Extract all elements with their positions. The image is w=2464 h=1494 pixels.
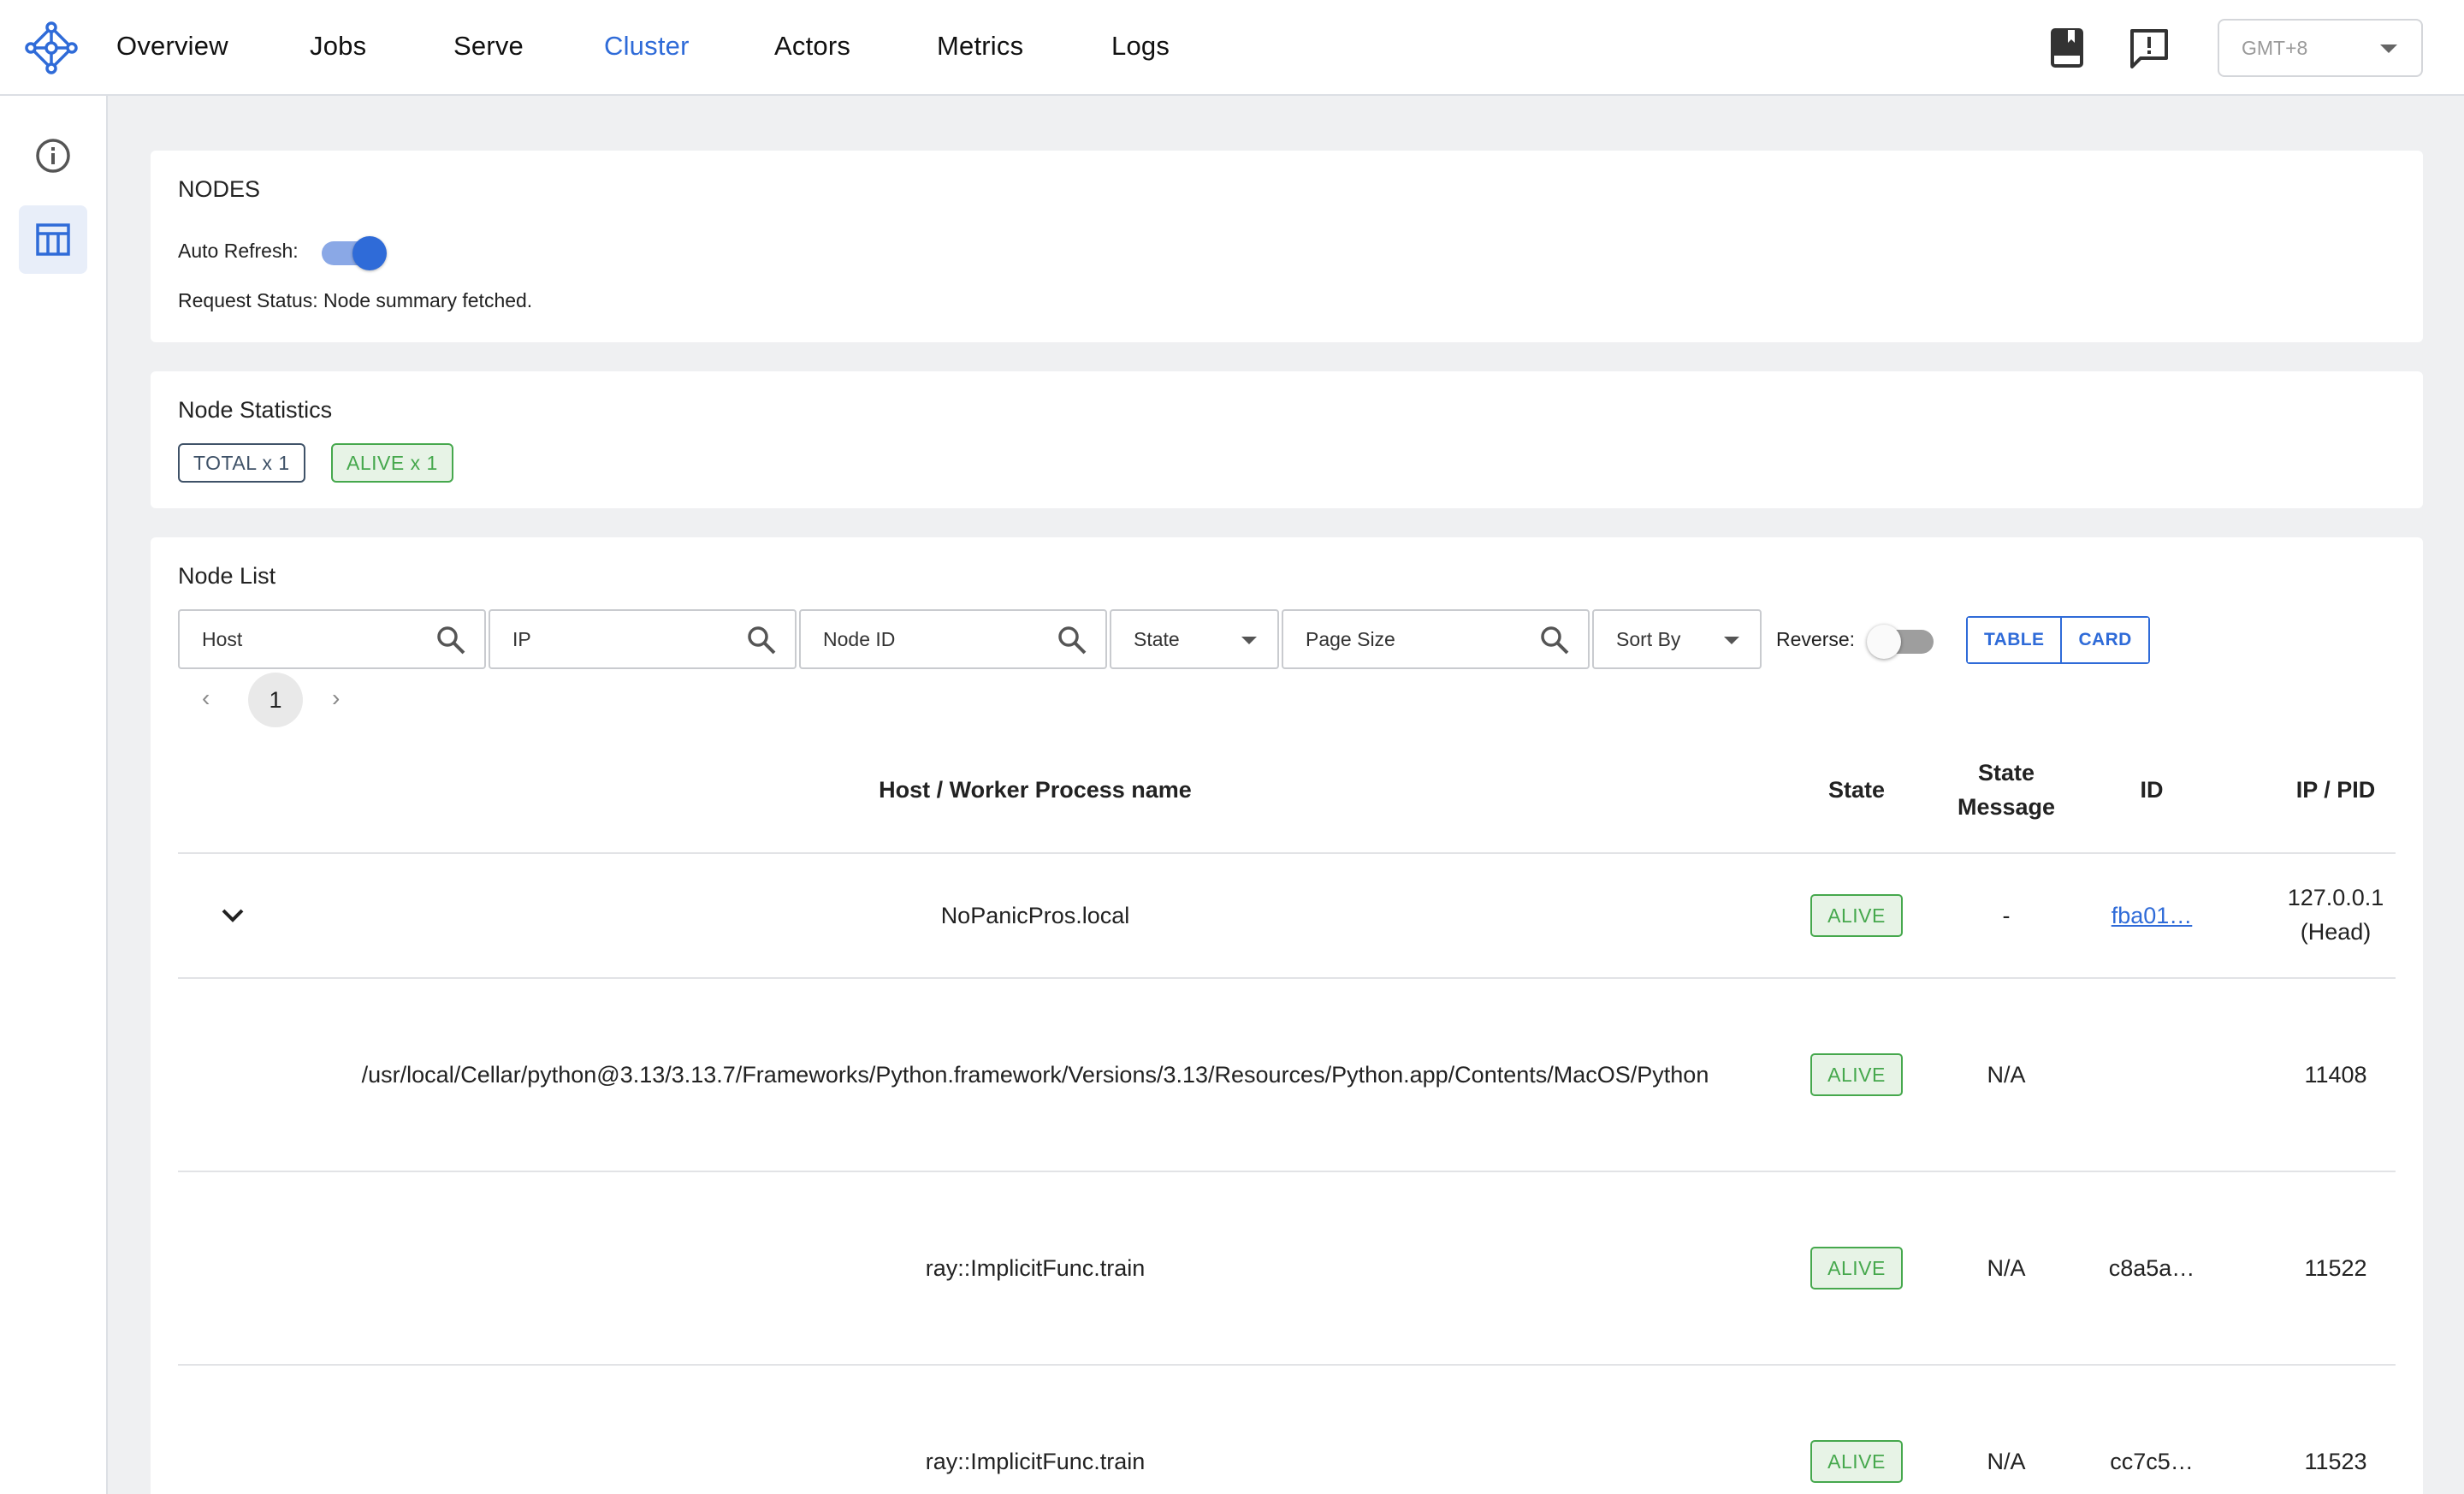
- node-list-title: Node List: [178, 563, 276, 589]
- nav-cluster[interactable]: Cluster: [604, 31, 690, 62]
- sidebar: [0, 96, 108, 1494]
- search-icon: [748, 626, 776, 655]
- node-id-placeholder: Node ID: [823, 628, 896, 650]
- search-icon: [437, 626, 465, 655]
- nav-logs[interactable]: Logs: [1111, 31, 1170, 62]
- nav-jobs[interactable]: Jobs: [310, 31, 366, 62]
- previous-page-icon[interactable]: ‹: [202, 685, 210, 712]
- node-statistics-title: Node Statistics: [178, 397, 333, 423]
- table-divider: [178, 1171, 2396, 1172]
- total-nodes-badge: TOTAL x 1: [178, 443, 305, 483]
- column-state: State: [1827, 777, 1886, 803]
- column-host: Host / Worker Process name: [879, 777, 1192, 803]
- state-message: -: [2002, 903, 2011, 928]
- view-mode-toggle: TABLE CARD: [1966, 616, 2150, 664]
- table-divider: [178, 1364, 2396, 1366]
- sidebar-item-table[interactable]: [19, 205, 87, 274]
- nav-overview[interactable]: Overview: [116, 31, 228, 62]
- column-state-message-line1: State: [1977, 760, 2035, 786]
- timezone-select[interactable]: GMT+8: [2218, 19, 2423, 77]
- auto-refresh-toggle[interactable]: [322, 234, 388, 272]
- state-message: N/A: [1987, 1255, 2026, 1281]
- worker-process-name: ray::ImplicitFunc.train: [925, 1449, 1146, 1474]
- nav-actors[interactable]: Actors: [774, 31, 850, 62]
- nodes-title: NODES: [178, 176, 261, 202]
- node-list-card: [151, 537, 2423, 1494]
- reverse-toggle[interactable]: [1867, 623, 1934, 661]
- table-icon: [36, 223, 70, 256]
- expand-row-icon[interactable]: [214, 897, 252, 934]
- table-divider: [178, 977, 2396, 979]
- ip-search-input[interactable]: IP: [489, 609, 797, 669]
- book-icon[interactable]: [2045, 26, 2089, 70]
- state-message: N/A: [1987, 1062, 2026, 1088]
- top-navigation-bar: Overview Jobs Serve Cluster Actors Metri…: [0, 0, 2464, 96]
- sort-by-label: Sort By: [1616, 628, 1681, 650]
- node-hostname: NoPanicPros.local: [940, 903, 1130, 928]
- host-placeholder: Host: [202, 628, 243, 650]
- worker-pid: 11523: [2304, 1449, 2367, 1474]
- nav-metrics[interactable]: Metrics: [937, 31, 1023, 62]
- state-select-label: State: [1134, 628, 1180, 650]
- ray-logo-icon[interactable]: [24, 21, 79, 75]
- worker-id: c8a5a…: [2108, 1255, 2195, 1281]
- card-view-button[interactable]: CARD: [2060, 618, 2148, 662]
- page-size-input[interactable]: Page Size: [1282, 609, 1590, 669]
- nav-serve[interactable]: Serve: [453, 31, 524, 62]
- sidebar-item-info[interactable]: [19, 122, 87, 190]
- state-message: N/A: [1987, 1449, 2026, 1474]
- worker-pid: 11408: [2304, 1062, 2367, 1088]
- worker-pid: 11522: [2304, 1255, 2367, 1281]
- column-ip-pid: IP / PID: [2295, 777, 2376, 803]
- timezone-value: GMT+8: [2242, 37, 2308, 59]
- node-id-search-input[interactable]: Node ID: [799, 609, 1107, 669]
- reverse-label: Reverse:: [1776, 628, 1856, 650]
- auto-refresh-label: Auto Refresh:: [178, 240, 299, 262]
- node-id-link[interactable]: fba01…: [2105, 898, 2199, 934]
- node-ip: 127.0.0.1: [2287, 885, 2384, 910]
- column-state-message-line2: Message: [1957, 794, 2056, 820]
- state-select[interactable]: State: [1110, 609, 1279, 669]
- sort-by-select[interactable]: Sort By: [1592, 609, 1762, 669]
- column-id: ID: [2140, 777, 2164, 803]
- worker-process-name: /usr/local/Cellar/python@3.13/3.13.7/Fra…: [361, 1062, 1709, 1088]
- page-size-placeholder: Page Size: [1306, 628, 1395, 650]
- table-divider: [178, 852, 2396, 854]
- feedback-icon[interactable]: [2127, 26, 2171, 70]
- status-badge: ALIVE: [1810, 894, 1903, 937]
- worker-process-name: ray::ImplicitFunc.train: [925, 1255, 1146, 1281]
- worker-id: cc7c5…: [2110, 1449, 2194, 1474]
- search-icon: [1058, 626, 1087, 655]
- info-icon: [36, 139, 70, 173]
- chevron-down-icon: [2380, 44, 2397, 53]
- request-status: Request Status: Node summary fetched.: [178, 289, 533, 311]
- chevron-down-icon: [1724, 637, 1739, 644]
- status-badge: ALIVE: [1810, 1247, 1903, 1289]
- host-search-input[interactable]: Host: [178, 609, 486, 669]
- node-head-label: (Head): [2300, 919, 2372, 945]
- ip-placeholder: IP: [512, 628, 531, 650]
- status-badge: ALIVE: [1810, 1053, 1903, 1096]
- page-number-button[interactable]: 1: [248, 673, 303, 727]
- search-icon: [1541, 626, 1569, 655]
- nodes-card: NODES Auto Refresh: Request Status: Node…: [151, 151, 2423, 342]
- chevron-down-icon: [1241, 637, 1257, 644]
- status-badge: ALIVE: [1810, 1440, 1903, 1483]
- alive-nodes-badge: ALIVE x 1: [331, 443, 453, 483]
- node-statistics-card: Node Statistics TOTAL x 1 ALIVE x 1: [151, 371, 2423, 508]
- table-view-button[interactable]: TABLE: [1968, 618, 2061, 662]
- next-page-icon[interactable]: ›: [332, 685, 340, 712]
